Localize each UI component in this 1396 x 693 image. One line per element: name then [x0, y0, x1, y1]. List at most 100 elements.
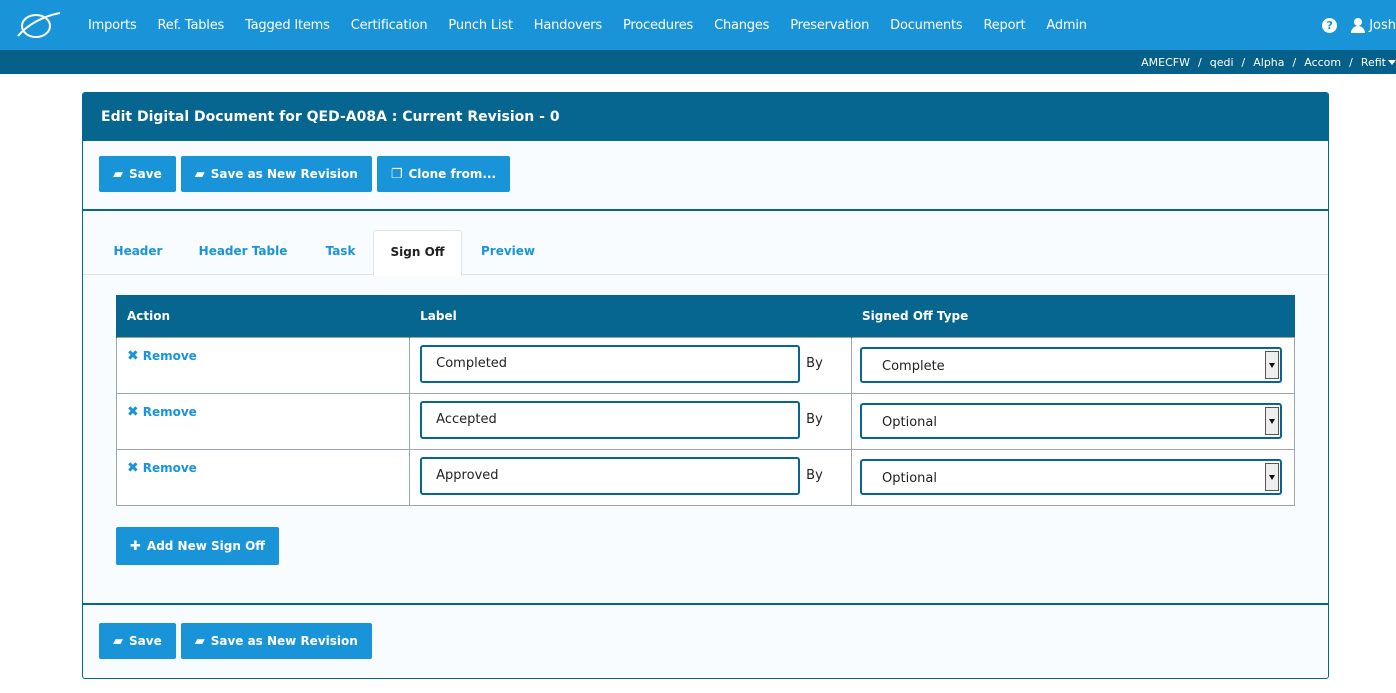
menu-item-ref-tables[interactable]: Ref. Tables — [158, 18, 225, 33]
label-cell: Accepted By — [409, 392, 853, 450]
chevron-down-icon[interactable] — [1388, 59, 1396, 65]
save-as-new-revision-label: Save as New Revision — [210, 634, 358, 648]
right-tools: ? Josh — [1322, 0, 1396, 50]
breadcrumb-separator: / — [1198, 55, 1202, 69]
menu-item-documents[interactable]: Documents — [890, 18, 963, 33]
add-new-sign-off-button[interactable]: ✚ Add New Sign Off — [116, 527, 279, 565]
bottom-toolbar: ▰ Save ▰ Save as New Revision — [83, 603, 1328, 659]
menu-item-punch-list[interactable]: Punch List — [448, 18, 513, 33]
edit-document-panel: Edit Digital Document for QED-A08A : Cur… — [82, 92, 1329, 679]
floppy-disk-plus-icon: ▰ — [194, 633, 205, 649]
breadcrumb-separator: / — [1292, 55, 1297, 69]
type-cell: Optional — [851, 448, 1295, 506]
tab-sign-off[interactable]: Sign Off — [373, 230, 462, 276]
selected-type: Optional — [882, 414, 937, 430]
user-menu[interactable]: Josh — [1351, 17, 1396, 33]
table-header-row: Action Label Signed Off Type — [115, 295, 1295, 337]
breadcrumb-item[interactable]: qedi — [1210, 56, 1234, 69]
sign-off-label-input[interactable]: Approved — [420, 456, 801, 495]
breadcrumb-item[interactable]: Refit — [1361, 56, 1386, 69]
table-row: ✖ Remove Approved By Optional — [115, 448, 1295, 506]
context-bar: AMECFW / qedi / Alpha / Accom / Refit — [0, 50, 1396, 74]
menu-item-preservation[interactable]: Preservation — [790, 18, 869, 33]
label-cell: Approved By — [409, 448, 853, 506]
chevron-down-icon[interactable] — [1265, 462, 1280, 491]
user-icon — [1351, 17, 1366, 33]
help-icon[interactable]: ? — [1322, 17, 1338, 33]
clone-from-button[interactable]: ❐ Clone from... — [376, 156, 511, 192]
tab-bar: Header Header Table Task Sign Off Previe… — [83, 211, 1328, 276]
column-header-action: Action — [115, 295, 410, 337]
selected-type: Optional — [882, 470, 937, 486]
remove-link[interactable]: ✖ Remove — [117, 450, 409, 476]
column-header-label: Label — [409, 295, 852, 337]
remove-link[interactable]: ✖ Remove — [117, 394, 409, 420]
signed-off-type-select[interactable]: Complete — [860, 346, 1283, 383]
menu-item-report[interactable]: Report — [984, 18, 1026, 33]
menu-item-admin[interactable]: Admin — [1046, 18, 1087, 33]
breadcrumb-item[interactable]: AMECFW — [1141, 56, 1190, 69]
top-navigation-bar: Imports Ref. Tables Tagged Items Certifi… — [0, 0, 1396, 50]
sign-off-label-input[interactable]: Completed — [420, 344, 801, 383]
main-menu: Imports Ref. Tables Tagged Items Certifi… — [88, 0, 1108, 50]
save-button-label: Save — [129, 634, 162, 648]
floppy-disk-icon: ▰ — [113, 633, 123, 649]
copy-icon: ❐ — [390, 166, 403, 182]
save-as-new-revision-button[interactable]: ▰ Save as New Revision — [180, 623, 372, 659]
save-button[interactable]: ▰ Save — [99, 623, 176, 659]
remove-link[interactable]: ✖ Remove — [117, 338, 409, 364]
chevron-down-icon[interactable] — [1265, 350, 1280, 379]
chevron-down-icon[interactable] — [1265, 406, 1280, 435]
remove-label: Remove — [142, 404, 197, 419]
by-label: By — [806, 356, 823, 371]
save-as-new-revision-label: Save as New Revision — [210, 167, 358, 181]
label-cell: Completed By — [409, 336, 853, 394]
action-cell: ✖ Remove — [115, 448, 411, 506]
signed-off-type-select[interactable]: Optional — [860, 458, 1283, 495]
close-icon: ✖ — [127, 403, 139, 420]
by-label: By — [806, 468, 823, 483]
save-button-label: Save — [129, 167, 162, 181]
clone-from-label: Clone from... — [408, 167, 497, 181]
breadcrumb: AMECFW / qedi / Alpha / Accom / Refit — [1141, 50, 1396, 74]
by-label: By — [806, 412, 823, 427]
floppy-disk-plus-icon: ▰ — [194, 166, 205, 182]
close-icon: ✖ — [127, 459, 139, 476]
tab-preview[interactable]: Preview — [473, 230, 543, 275]
user-name: Josh — [1369, 17, 1396, 33]
selected-type: Complete — [882, 358, 945, 374]
menu-item-imports[interactable]: Imports — [88, 18, 137, 33]
menu-item-certification[interactable]: Certification — [351, 18, 428, 33]
close-icon: ✖ — [127, 347, 139, 364]
floppy-disk-icon: ▰ — [113, 166, 123, 182]
action-cell: ✖ Remove — [115, 336, 411, 394]
tab-header[interactable]: Header — [103, 230, 173, 275]
breadcrumb-item[interactable]: Alpha — [1253, 56, 1284, 69]
tab-task[interactable]: Task — [312, 230, 369, 275]
add-new-sign-off-label: Add New Sign Off — [146, 539, 265, 553]
type-cell: Optional — [851, 392, 1295, 450]
menu-item-tagged-items[interactable]: Tagged Items — [245, 18, 330, 33]
signed-off-type-select[interactable]: Optional — [860, 402, 1283, 439]
table-row: ✖ Remove Accepted By Optional — [115, 392, 1295, 450]
menu-item-handovers[interactable]: Handovers — [534, 18, 602, 33]
save-as-new-revision-button[interactable]: ▰ Save as New Revision — [180, 156, 372, 192]
plus-icon: ✚ — [130, 538, 141, 554]
breadcrumb-separator: / — [1241, 55, 1246, 69]
save-button[interactable]: ▰ Save — [99, 156, 176, 192]
breadcrumb-separator: / — [1349, 55, 1353, 69]
action-cell: ✖ Remove — [115, 392, 411, 450]
sign-off-label-input[interactable]: Accepted — [420, 400, 801, 439]
type-cell: Complete — [851, 336, 1295, 394]
column-header-signed-off-type: Signed Off Type — [851, 295, 1295, 337]
menu-item-procedures[interactable]: Procedures — [623, 18, 693, 33]
table-row: ✖ Remove Completed By Complete — [115, 336, 1295, 394]
menu-item-changes[interactable]: Changes — [714, 18, 769, 33]
panel-title: Edit Digital Document for QED-A08A : Cur… — [83, 93, 1328, 141]
sign-off-table: Action Label Signed Off Type ✖ Remove Co… — [115, 295, 1295, 506]
tab-header-table[interactable]: Header Table — [191, 230, 295, 275]
remove-label: Remove — [142, 460, 197, 475]
app-logo-icon[interactable] — [14, 10, 64, 40]
remove-label: Remove — [142, 348, 197, 363]
breadcrumb-item[interactable]: Accom — [1304, 56, 1341, 69]
